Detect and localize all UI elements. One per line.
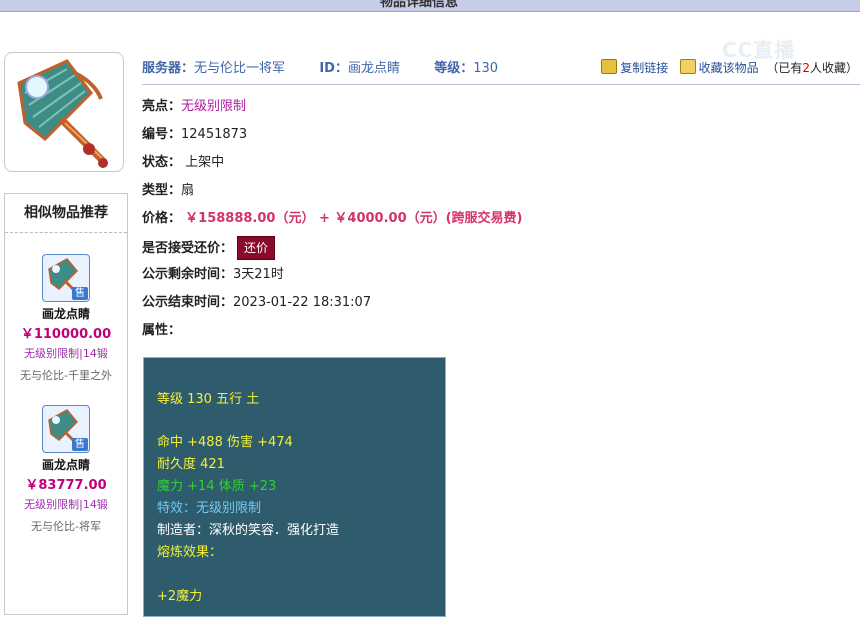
fan-icon [17,59,108,168]
item-image [4,52,124,172]
similar-items-panel: 相似物品推荐 售 画龙点睛 ￥110000.00 无级别限制|14锻 无与伦比-… [4,193,128,615]
bargain-label: 是否接受还价： [142,241,234,256]
sale-tag: 售 [72,438,88,451]
fan-icon[interactable]: 售 [42,254,90,302]
attr-special-effect: 特效：无级别限制 [157,501,262,516]
server-value: 无与伦比一将军 [194,61,286,76]
end-time-label: 公示结束时间： [142,295,234,310]
bargain-button[interactable]: 还价 [237,236,276,260]
attr-level-element: 等级 130 五行 土 [157,392,260,407]
attributes-label: 属性： [142,323,182,338]
remaining-value: 3天21时 [233,267,284,282]
header-divider [142,84,860,85]
similar-item-price: ￥83777.00 [25,478,107,493]
fav-count-prefix: （已有 [766,61,803,75]
favorite-icon[interactable] [679,59,696,74]
attr-smelt-value: +2魔力 [157,589,203,604]
similar-items-title: 相似物品推荐 [5,194,127,233]
end-time-value: 2023-01-22 18:31:07 [233,295,372,310]
similar-item-2[interactable]: 售 画龙点睛 ￥83777.00 无级别限制|14锻 无与伦比-将军 [5,405,127,534]
fav-count: 2 [802,61,810,75]
item-actions: 复制链接 收藏该物品 （已有2人收藏） [601,59,858,76]
similar-item-name[interactable]: 画龙点睛 [5,305,127,322]
fan-icon[interactable]: 售 [42,405,90,453]
copy-link-icon[interactable] [601,59,618,74]
level-label: 等级： [434,61,474,76]
similar-item-1[interactable]: 售 画龙点睛 ￥110000.00 无级别限制|14锻 无与伦比-千里之外 [5,254,127,383]
type-value: 扇 [181,183,195,198]
status-label: 状态： [142,155,182,170]
attr-maker: 制造者：深秋的笑容．强化打造 [157,523,340,538]
item-image-column [4,52,126,172]
remaining-label: 公示剩余时间： [142,267,234,282]
type-label: 类型： [142,183,182,198]
page-title: 物品详细信息 [380,0,459,10]
attr-hit-damage: 命中 +488 伤害 +474 [157,435,293,450]
server-label: 服务器： [142,61,195,76]
attr-smelt-label: 熔炼效果： [157,545,223,560]
similar-item-desc: 无级别限制|14锻 [24,347,108,360]
attr-magic-physique: 魔力 +14 体质 +23 [157,479,277,494]
similar-item-server: 无与伦比-将军 [31,520,101,533]
item-details: 亮点：无级别限制 编号：12451873 状态： 上架中 类型：扇 价格： ￥1… [142,96,523,348]
sale-tag: 售 [72,287,88,300]
page-title-bar: 物品详细信息 [0,0,860,12]
attr-durability: 耐久度 421 [157,457,225,472]
id-value: 画龙点睛 [347,61,400,76]
copy-link-button[interactable]: 复制链接 [620,61,668,75]
attributes-box: 等级 130 五行 土 命中 +488 伤害 +474 耐久度 421 魔力 +… [143,357,446,617]
similar-item-desc: 无级别限制|14锻 [24,498,108,511]
status-value: 上架中 [185,155,225,170]
id-label: ID： [319,61,348,76]
price-value: ￥158888.00（元） + ￥4000.00（元）(跨服交易费) [185,211,523,226]
number-label: 编号： [142,127,182,142]
similar-item-server: 无与伦比-千里之外 [20,369,112,382]
level-value: 130 [473,61,499,76]
number-value: 12451873 [181,127,248,142]
highlight-value: 无级别限制 [181,99,247,114]
favorite-button[interactable]: 收藏该物品 [699,61,759,75]
similar-item-price: ￥110000.00 [20,327,112,342]
price-label: 价格： [142,211,182,226]
highlight-label: 亮点： [142,99,182,114]
fav-count-suffix: 人收藏） [809,61,858,75]
similar-item-name[interactable]: 画龙点睛 [5,456,127,473]
